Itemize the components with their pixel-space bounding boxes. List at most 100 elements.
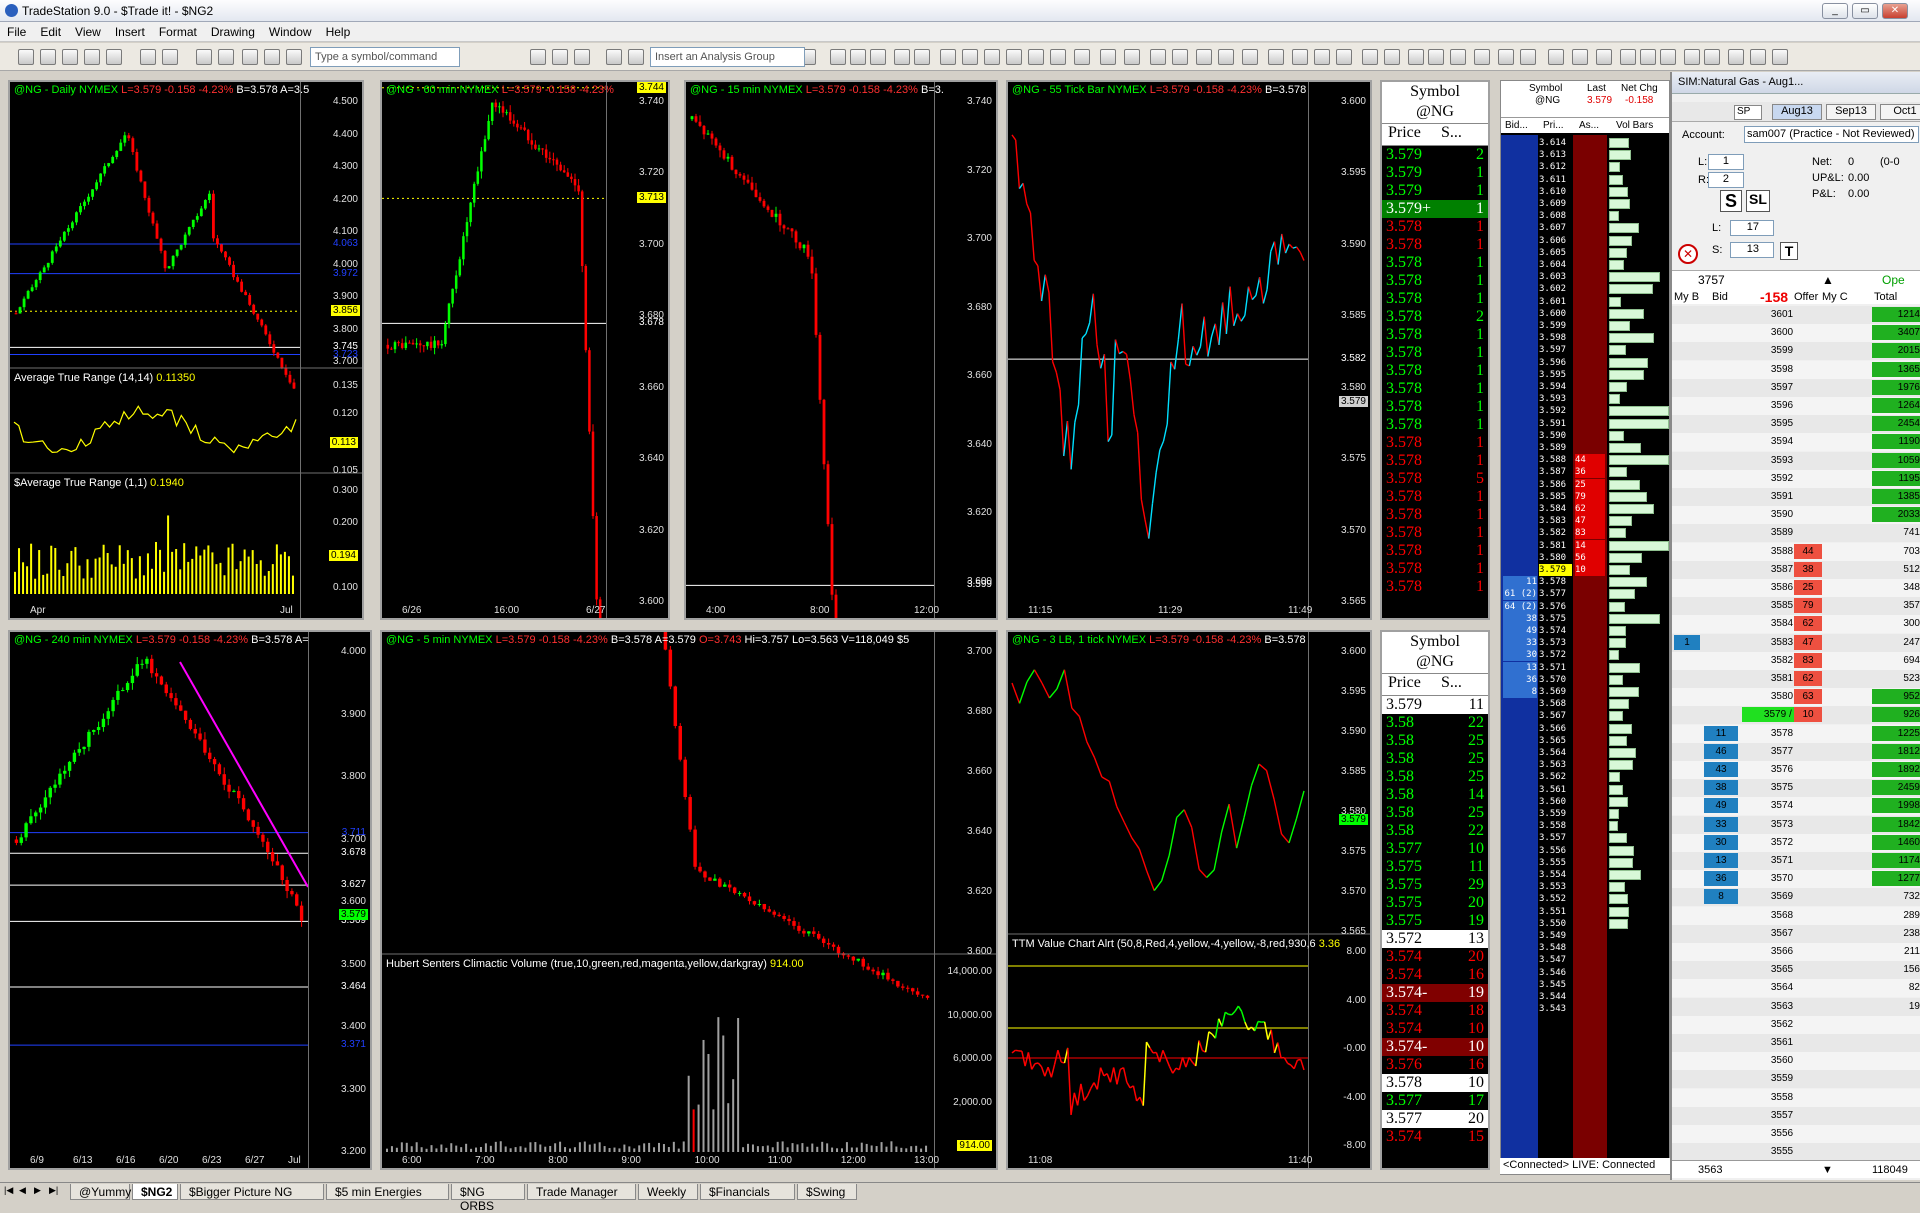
md-col-1[interactable]: Pri... [1543,120,1564,131]
matrix-price[interactable]: 3561 [1742,1035,1822,1050]
print-icon[interactable] [140,49,156,65]
matrix-row[interactable]: 356319 [1672,998,1920,1016]
price-axis[interactable]: 3.7403.7203.7003.6803.6603.6403.6203.600… [934,82,996,618]
tab-last-icon[interactable]: ▶| [49,1185,58,1196]
pitchfork-icon[interactable] [1336,49,1352,65]
matrix-bid[interactable]: 49 [1704,798,1738,813]
open-icon[interactable] [40,49,56,65]
matrix-row[interactable]: 3566211 [1672,943,1920,961]
md-col-3[interactable]: Vol Bars [1616,120,1653,131]
extra-10-icon[interactable] [1772,49,1788,65]
print-preview-icon[interactable] [162,49,178,65]
price-axis[interactable]: 3.7003.6803.6603.6403.6203.60014,000.001… [934,632,996,1168]
matrix-price[interactable]: 3590 [1742,507,1822,522]
workspace-tab[interactable]: $NG ORBS [451,1184,525,1200]
lock-icon[interactable] [218,49,234,65]
workspace-tab[interactable]: Trade Manager [527,1184,636,1200]
menu-insert[interactable]: Insert [108,22,152,42]
up-arrow-icon[interactable]: ▲ [1822,273,1834,287]
table-icon[interactable] [1124,49,1140,65]
matrix-row[interactable]: 3579 / 510926 [1672,706,1920,724]
chart-min240[interactable]: @NG - 240 min NYMEX L=3.579 -0.158 -4.23… [8,630,372,1170]
chart-min15[interactable]: @NG - 15 min NYMEX L=3.579 -0.158 -4.23%… [684,80,998,620]
menu-format[interactable]: Format [152,22,204,42]
matrix-price[interactable]: 3591 [1742,489,1822,504]
md-header-2[interactable]: Net Chg [1621,83,1658,94]
workspace-tab[interactable]: $5 min Energies [326,1184,449,1200]
maximize-icon[interactable]: ▭ [1852,3,1878,19]
matrix-bid[interactable]: 8 [1704,889,1738,904]
matrix-price[interactable]: 3566 [1742,944,1822,959]
matrix-price[interactable]: 3596 [1742,398,1822,413]
chart-daily[interactable]: @NG - Daily NYMEX L=3.579 -0.158 -4.23% … [8,80,364,620]
matrix-offer[interactable]: 83 [1794,653,1822,668]
matrix-price[interactable]: 3598 [1742,362,1822,377]
matrix-offer[interactable]: 62 [1794,671,1822,686]
dots-icon[interactable] [940,49,956,65]
matrix-price[interactable]: 3594 [1742,434,1822,449]
matrix-bid[interactable]: 30 [1704,835,1738,850]
matrix-row[interactable]: 35921195 [1672,470,1920,488]
matrix-col-0[interactable]: My B [1674,291,1699,303]
price-axis[interactable]: 3.7403.7203.7003.6803.6603.6403.6203.600… [606,82,668,618]
md-col-0[interactable]: Bid... [1505,120,1528,131]
workspace-tab[interactable]: $Swing [797,1184,857,1200]
matrix-row[interactable]: 35931059 [1672,452,1920,470]
close-icon[interactable]: ✕ [1882,3,1908,19]
tab-first-icon[interactable]: |◀ [4,1185,13,1196]
transmit-button[interactable]: T [1780,242,1798,260]
matrix-row[interactable]: 356482 [1672,979,1920,997]
matrix-row[interactable]: 3561 [1672,1034,1920,1052]
matrix-col-3[interactable]: My C [1822,291,1848,303]
matrix-offer[interactable]: 10 [1794,707,1822,722]
matrix-price[interactable]: 3600 [1742,325,1822,340]
matrix-row[interactable]: 3559 [1672,1070,1920,1088]
workspace-tab[interactable]: $Financials [700,1184,795,1200]
arrow-up-icon[interactable] [1474,49,1490,65]
matrix-month-tab[interactable]: Aug13 [1772,104,1822,120]
indicator-icon[interactable] [552,49,568,65]
matrix-row[interactable]: 36011214 [1672,306,1920,324]
speed-line-icon[interactable] [1314,49,1330,65]
matrix-bid[interactable]: 36 [1704,871,1738,886]
stop-loss-icon[interactable]: S [1720,190,1742,212]
matrix-bid[interactable]: 33 [1704,817,1738,832]
matrix-price[interactable]: 3556 [1742,1126,1822,1141]
tool-icon[interactable] [1074,49,1090,65]
vertical-line-icon[interactable] [1196,49,1212,65]
matrix-price[interactable]: 3574 [1742,798,1822,813]
chart-min5[interactable]: @NG - 5 min NYMEX L=3.579 -0.158 -4.23% … [380,630,998,1170]
matrix-price[interactable]: 3593 [1742,453,1822,468]
save-icon[interactable] [62,49,78,65]
bars-icon[interactable] [850,49,866,65]
matrix-price[interactable]: 3578 [1742,726,1822,741]
global-icon[interactable] [264,49,280,65]
link-chart-icon[interactable] [628,49,644,65]
matrix-row[interactable]: 35911385 [1672,488,1920,506]
matrix-row[interactable]: 3577461812 [1672,743,1920,761]
matrix-bid[interactable]: 13 [1704,853,1738,868]
matrix-row[interactable]: 36003407 [1672,324,1920,342]
extra-4-icon[interactable] [1640,49,1656,65]
matrix-month-tab[interactable]: Oct1 [1880,104,1920,120]
matrix-row[interactable]: 3583471247 [1672,634,1920,652]
matrix-price[interactable]: 3592 [1742,471,1822,486]
time-sales-ts_bottom[interactable]: Symbol@NGPriceS...3.579113.58223.58253.5… [1380,630,1490,1170]
arrow-icon[interactable] [1268,49,1284,65]
matrix-col-2[interactable]: Offer [1794,291,1818,303]
matrix-row[interactable]: 3575382459 [1672,779,1920,797]
matrix-price[interactable]: 3601 [1742,307,1822,322]
matrix-row[interactable]: 3578111225 [1672,725,1920,743]
extra-2-icon[interactable] [1596,49,1612,65]
ts-price-col[interactable]: Price [1382,124,1435,145]
matrix-row[interactable]: 3574491998 [1672,797,1920,815]
matrix-s2-input[interactable]: 13 [1730,242,1774,258]
matrix-row[interactable]: 358625348 [1672,579,1920,597]
matrix-offer[interactable]: 79 [1794,598,1822,613]
matrix-offer[interactable]: 44 [1794,544,1822,559]
folder-icon[interactable] [106,49,122,65]
matrix-row[interactable]: 3565156 [1672,961,1920,979]
pen-icon[interactable] [1408,49,1424,65]
matrix-row[interactable]: 358579357 [1672,597,1920,615]
menu-drawing[interactable]: Drawing [204,22,262,42]
